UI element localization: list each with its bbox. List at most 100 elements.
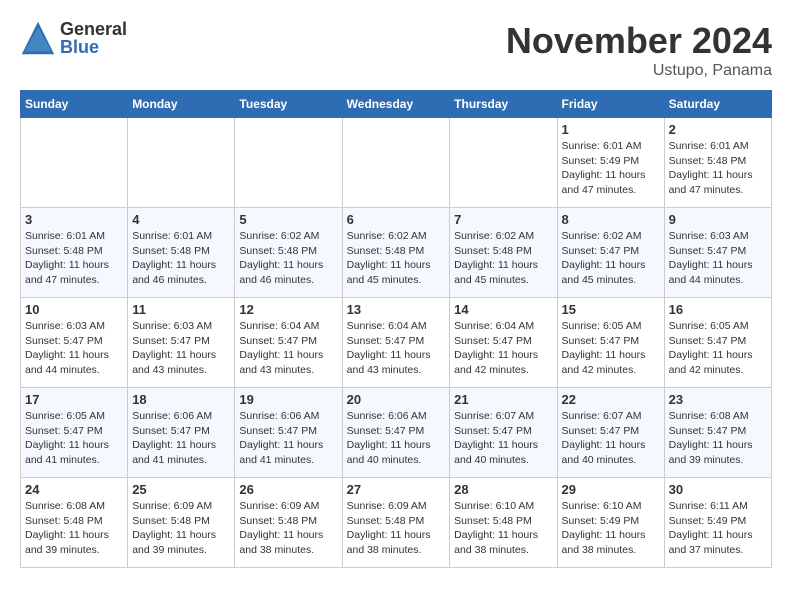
day-number: 12: [239, 302, 337, 317]
day-number: 3: [25, 212, 123, 227]
page-header: General Blue November 2024 Ustupo, Panam…: [20, 20, 772, 80]
day-of-week-header: Sunday: [21, 91, 128, 118]
day-number: 15: [562, 302, 660, 317]
day-number: 21: [454, 392, 552, 407]
day-info: Sunrise: 6:01 AM Sunset: 5:49 PM Dayligh…: [562, 139, 660, 198]
day-info: Sunrise: 6:01 AM Sunset: 5:48 PM Dayligh…: [669, 139, 767, 198]
day-info: Sunrise: 6:09 AM Sunset: 5:48 PM Dayligh…: [347, 499, 446, 558]
calendar-cell: 16 Sunrise: 6:05 AM Sunset: 5:47 PM Dayli…: [664, 298, 771, 388]
calendar-cell: 18Sunrise: 6:06 AM Sunset: 5:47 PM Dayli…: [128, 388, 235, 478]
day-info: Sunrise: 6:05 AM Sunset: 5:47 PM Dayligh…: [562, 319, 660, 378]
day-info: Sunrise: 6:04 AM Sunset: 5:47 PM Dayligh…: [239, 319, 337, 378]
logo-icon: [20, 20, 56, 56]
day-number: 28: [454, 482, 552, 497]
day-number: 2: [669, 122, 767, 137]
calendar-cell: 13 Sunrise: 6:04 AM Sunset: 5:47 PM Dayli…: [342, 298, 450, 388]
calendar-cell: 10 Sunrise: 6:03 AM Sunset: 5:47 PM Dayli…: [21, 298, 128, 388]
day-number: 29: [562, 482, 660, 497]
calendar-cell: 17 Sunrise: 6:05 AM Sunset: 5:47 PM Dayli…: [21, 388, 128, 478]
day-number: 1: [562, 122, 660, 137]
day-info: Sunrise: 6:09 AM Sunset: 5:48 PM Dayligh…: [239, 499, 337, 558]
calendar-week-row: 17 Sunrise: 6:05 AM Sunset: 5:47 PM Dayli…: [21, 388, 772, 478]
calendar-cell: 19 Sunrise: 6:06 AM Sunset: 5:47 PM Dayli…: [235, 388, 342, 478]
day-info: Sunrise: 6:01 AM Sunset: 5:48 PM Dayligh…: [132, 229, 230, 288]
day-number: 30: [669, 482, 767, 497]
day-number: 10: [25, 302, 123, 317]
day-of-week-header: Monday: [128, 91, 235, 118]
calendar-cell: 15 Sunrise: 6:05 AM Sunset: 5:47 PM Dayli…: [557, 298, 664, 388]
calendar-week-row: 1 Sunrise: 6:01 AM Sunset: 5:49 PM Daylig…: [21, 118, 772, 208]
day-info: Sunrise: 6:06 AM Sunset: 5:47 PM Dayligh…: [239, 409, 337, 468]
title-block: November 2024 Ustupo, Panama: [506, 20, 772, 80]
calendar-cell: [342, 118, 450, 208]
day-number: 27: [347, 482, 446, 497]
day-info: Sunrise: 6:10 AM Sunset: 5:48 PM Dayligh…: [454, 499, 552, 558]
calendar-week-row: 3 Sunrise: 6:01 AM Sunset: 5:48 PM Daylig…: [21, 208, 772, 298]
day-number: 13: [347, 302, 446, 317]
calendar-cell: 2 Sunrise: 6:01 AM Sunset: 5:48 PM Daylig…: [664, 118, 771, 208]
calendar-cell: 21 Sunrise: 6:07 AM Sunset: 5:47 PM Dayli…: [450, 388, 557, 478]
day-info: Sunrise: 6:04 AM Sunset: 5:47 PM Dayligh…: [454, 319, 552, 378]
day-number: 17: [25, 392, 123, 407]
day-info: Sunrise: 6:03 AM Sunset: 5:47 PM Dayligh…: [669, 229, 767, 288]
calendar-cell: 30 Sunrise: 6:11 AM Sunset: 5:49 PM Dayli…: [664, 478, 771, 568]
day-number: 14: [454, 302, 552, 317]
day-number: 6: [347, 212, 446, 227]
calendar-header-row: SundayMondayTuesdayWednesdayThursdayFrid…: [21, 91, 772, 118]
calendar-cell: 27 Sunrise: 6:09 AM Sunset: 5:48 PM Dayli…: [342, 478, 450, 568]
calendar-cell: 7 Sunrise: 6:02 AM Sunset: 5:48 PM Daylig…: [450, 208, 557, 298]
calendar-week-row: 10 Sunrise: 6:03 AM Sunset: 5:47 PM Dayli…: [21, 298, 772, 388]
calendar-cell: 24 Sunrise: 6:08 AM Sunset: 5:48 PM Dayli…: [21, 478, 128, 568]
day-info: Sunrise: 6:02 AM Sunset: 5:48 PM Dayligh…: [347, 229, 446, 288]
day-of-week-header: Tuesday: [235, 91, 342, 118]
day-info: Sunrise: 6:08 AM Sunset: 5:48 PM Dayligh…: [25, 499, 123, 558]
day-info: Sunrise: 6:03 AM Sunset: 5:47 PM Dayligh…: [132, 319, 230, 378]
day-info: Sunrise: 6:05 AM Sunset: 5:47 PM Dayligh…: [669, 319, 767, 378]
day-info: Sunrise: 6:06 AM Sunset: 5:47 PM Dayligh…: [132, 409, 230, 468]
calendar-cell: 3Sunrise: 6:01 AM Sunset: 5:48 PM Daylig…: [21, 208, 128, 298]
calendar-table: SundayMondayTuesdayWednesdayThursdayFrid…: [20, 90, 772, 568]
calendar-cell: 22 Sunrise: 6:07 AM Sunset: 5:47 PM Dayli…: [557, 388, 664, 478]
calendar-cell: [128, 118, 235, 208]
day-number: 11: [132, 302, 230, 317]
calendar-cell: 9 Sunrise: 6:03 AM Sunset: 5:47 PM Daylig…: [664, 208, 771, 298]
calendar-cell: 14 Sunrise: 6:04 AM Sunset: 5:47 PM Dayli…: [450, 298, 557, 388]
day-info: Sunrise: 6:02 AM Sunset: 5:48 PM Dayligh…: [454, 229, 552, 288]
calendar-cell: 12 Sunrise: 6:04 AM Sunset: 5:47 PM Dayli…: [235, 298, 342, 388]
day-number: 22: [562, 392, 660, 407]
day-number: 16: [669, 302, 767, 317]
day-of-week-header: Saturday: [664, 91, 771, 118]
location-text: Ustupo, Panama: [506, 62, 772, 80]
day-info: Sunrise: 6:05 AM Sunset: 5:47 PM Dayligh…: [25, 409, 123, 468]
calendar-week-row: 24 Sunrise: 6:08 AM Sunset: 5:48 PM Dayli…: [21, 478, 772, 568]
calendar-cell: 1 Sunrise: 6:01 AM Sunset: 5:49 PM Daylig…: [557, 118, 664, 208]
day-info: Sunrise: 6:03 AM Sunset: 5:47 PM Dayligh…: [25, 319, 123, 378]
day-number: 24: [25, 482, 123, 497]
day-info: Sunrise: 6:08 AM Sunset: 5:47 PM Dayligh…: [669, 409, 767, 468]
day-number: 8: [562, 212, 660, 227]
day-info: Sunrise: 6:04 AM Sunset: 5:47 PM Dayligh…: [347, 319, 446, 378]
day-number: 5: [239, 212, 337, 227]
calendar-cell: 8Sunrise: 6:02 AM Sunset: 5:47 PM Daylig…: [557, 208, 664, 298]
calendar-cell: 23 Sunrise: 6:08 AM Sunset: 5:47 PM Dayli…: [664, 388, 771, 478]
calendar-cell: [450, 118, 557, 208]
day-info: Sunrise: 6:06 AM Sunset: 5:47 PM Dayligh…: [347, 409, 446, 468]
day-info: Sunrise: 6:07 AM Sunset: 5:47 PM Dayligh…: [562, 409, 660, 468]
calendar-cell: 29 Sunrise: 6:10 AM Sunset: 5:49 PM Dayli…: [557, 478, 664, 568]
logo-general-text: General: [60, 20, 127, 38]
calendar-cell: 25Sunrise: 6:09 AM Sunset: 5:48 PM Dayli…: [128, 478, 235, 568]
logo: General Blue: [20, 20, 127, 56]
day-info: Sunrise: 6:07 AM Sunset: 5:47 PM Dayligh…: [454, 409, 552, 468]
day-number: 19: [239, 392, 337, 407]
day-number: 25: [132, 482, 230, 497]
calendar-cell: 26Sunrise: 6:09 AM Sunset: 5:48 PM Dayli…: [235, 478, 342, 568]
day-of-week-header: Thursday: [450, 91, 557, 118]
day-info: Sunrise: 6:10 AM Sunset: 5:49 PM Dayligh…: [562, 499, 660, 558]
day-number: 23: [669, 392, 767, 407]
day-number: 9: [669, 212, 767, 227]
day-number: 4: [132, 212, 230, 227]
day-info: Sunrise: 6:11 AM Sunset: 5:49 PM Dayligh…: [669, 499, 767, 558]
day-number: 7: [454, 212, 552, 227]
calendar-cell: 20Sunrise: 6:06 AM Sunset: 5:47 PM Dayli…: [342, 388, 450, 478]
day-info: Sunrise: 6:02 AM Sunset: 5:48 PM Dayligh…: [239, 229, 337, 288]
